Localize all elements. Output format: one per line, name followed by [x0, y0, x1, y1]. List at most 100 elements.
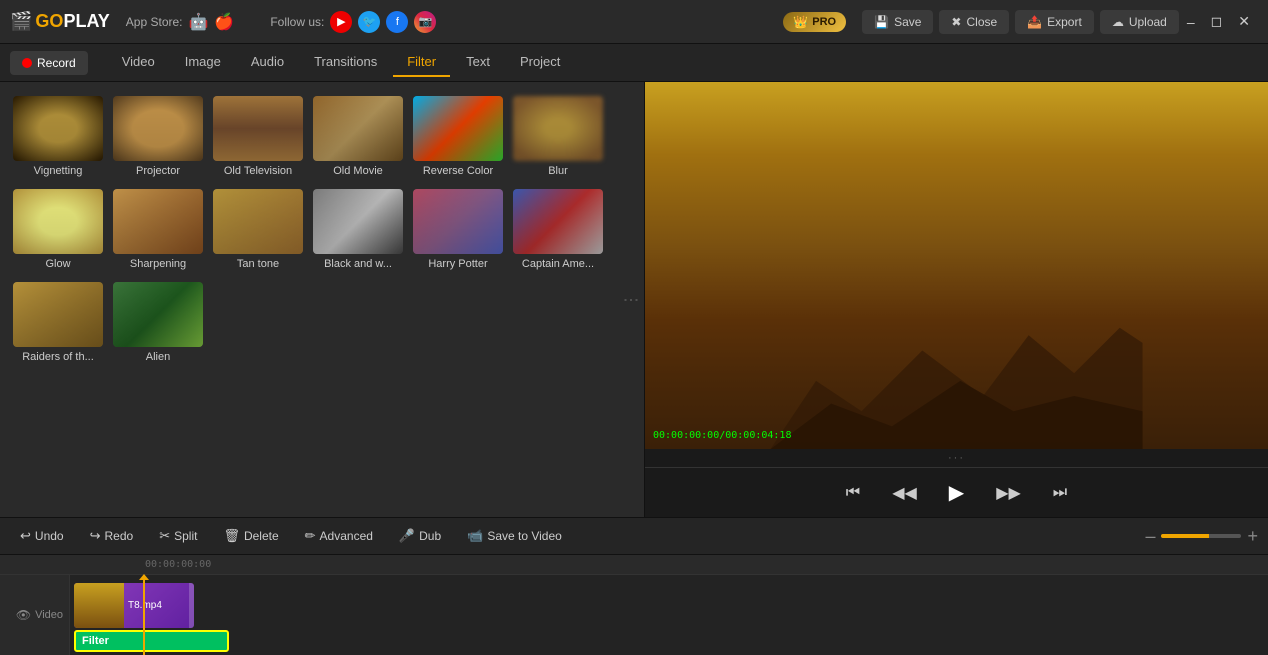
nav-tabs: Video Image Audio Transitions Filter Tex…: [108, 48, 575, 77]
export-button[interactable]: 📤 Export: [1015, 10, 1094, 34]
twitter-icon[interactable]: 🐦: [358, 11, 380, 33]
undo-button[interactable]: ↩ Undo: [10, 524, 74, 548]
filter-clip[interactable]: Filter: [74, 630, 229, 652]
tab-transitions[interactable]: Transitions: [300, 48, 391, 77]
zoom-out-button[interactable]: –: [1145, 526, 1155, 547]
filter-thumb-raiders: [13, 282, 103, 347]
instagram-icon[interactable]: 📷: [414, 11, 436, 33]
social-icons: ▶ 🐦 f 📷: [330, 11, 436, 33]
skip-start-button[interactable]: ⏮: [838, 480, 868, 506]
timeline-body: 👁 Video T8.mp4 Filter: [0, 575, 1268, 655]
advanced-button[interactable]: ✏ Advanced: [295, 524, 383, 548]
video-clip[interactable]: T8.mp4: [74, 583, 194, 628]
filter-label-old-television: Old Television: [224, 165, 292, 177]
filter-thumb-blur: [513, 96, 603, 161]
record-label: Record: [37, 56, 76, 70]
record-dot-icon: [22, 58, 32, 68]
dub-button[interactable]: 🎤 Dub: [389, 524, 451, 548]
facebook-icon[interactable]: f: [386, 11, 408, 33]
filter-item-old-movie[interactable]: Old Movie: [308, 90, 408, 183]
advanced-icon: ✏: [305, 528, 316, 544]
filter-item-old-television[interactable]: Old Television: [208, 90, 308, 183]
filter-item-raiders[interactable]: Raiders of th...: [8, 276, 108, 369]
playhead[interactable]: [143, 575, 145, 655]
tab-text[interactable]: Text: [452, 48, 504, 77]
window-close-button[interactable]: ✕: [1230, 11, 1258, 32]
pro-badge: 👑 PRO: [783, 12, 846, 32]
filter-item-projector[interactable]: Projector: [108, 90, 208, 183]
preview-image: [645, 82, 1268, 449]
video-preview: 00:00:00:00/00:00:04:18: [645, 82, 1268, 449]
video-track-toggle[interactable]: 👁: [16, 608, 31, 622]
tab-audio[interactable]: Audio: [237, 48, 298, 77]
save-to-video-button[interactable]: 📹 Save to Video: [457, 524, 572, 548]
android-icon[interactable]: 🤖: [189, 12, 209, 32]
filter-clip-label: Filter: [82, 635, 109, 647]
delete-button[interactable]: 🗑 Delete: [213, 524, 288, 548]
main-area: ⋮ VignettingProjectorOld TelevisionOld M…: [0, 82, 1268, 517]
split-button[interactable]: ✂ Split: [149, 524, 207, 548]
filter-item-tan-tone[interactable]: Tan tone: [208, 183, 308, 276]
skip-end-button[interactable]: ⏭: [1045, 480, 1075, 506]
prev-frame-button[interactable]: ◀◀: [884, 479, 925, 507]
filter-label-blur: Blur: [548, 165, 568, 177]
pro-label: PRO: [812, 16, 836, 28]
tab-filter[interactable]: Filter: [393, 48, 450, 77]
filter-item-reverse-color[interactable]: Reverse Color: [408, 90, 508, 183]
filter-label-glow: Glow: [45, 258, 70, 270]
filter-thumb-captain-america: [513, 189, 603, 254]
preview-panel: 00:00:00:00/00:00:04:18 ··· ⏮ ◀◀ ▶ ▶▶ ⏭: [645, 82, 1268, 517]
filter-thumb-reverse-color: [413, 96, 503, 161]
save-video-icon: 📹: [467, 528, 483, 544]
save-icon: 💾: [874, 15, 889, 29]
filter-panel: ⋮ VignettingProjectorOld TelevisionOld M…: [0, 82, 645, 517]
track-name: Video: [35, 609, 63, 621]
play-button[interactable]: ▶: [941, 476, 972, 509]
tab-project[interactable]: Project: [506, 48, 574, 77]
filter-thumb-vignetting: [13, 96, 103, 161]
filter-item-captain-america[interactable]: Captain Ame...: [508, 183, 608, 276]
filter-item-vignetting[interactable]: Vignetting: [8, 90, 108, 183]
clip-resize-handle[interactable]: [189, 583, 194, 628]
timeline: 00:00:00:00 👁 Video T8.mp4 Filter: [0, 555, 1268, 655]
save-button[interactable]: 💾 Save: [862, 10, 933, 34]
secondary-toolbar: Record Video Image Audio Transitions Fil…: [0, 44, 1268, 82]
timestamp: 00:00:00:00/00:00:04:18: [653, 430, 791, 441]
filter-label-black-and-white: Black and w...: [324, 258, 392, 270]
tab-image[interactable]: Image: [171, 48, 235, 77]
delete-icon: 🗑: [223, 528, 240, 544]
close-button[interactable]: ✖ Close: [939, 10, 1009, 34]
logo-go: GO: [35, 11, 63, 32]
filter-item-black-and-white[interactable]: Black and w...: [308, 183, 408, 276]
filter-item-blur[interactable]: Blur: [508, 90, 608, 183]
undo-icon: ↩: [20, 528, 31, 544]
filter-item-sharpening[interactable]: Sharpening: [108, 183, 208, 276]
zoom-control: – +: [1145, 526, 1258, 547]
appstore-icons: 🤖 🍎: [189, 12, 235, 32]
zoom-in-button[interactable]: +: [1247, 526, 1258, 547]
more-options: ···: [645, 449, 1268, 467]
minimize-button[interactable]: –: [1179, 12, 1203, 32]
filter-item-glow[interactable]: Glow: [8, 183, 108, 276]
clip-thumbnail: [74, 583, 124, 628]
filter-thumb-old-movie: [313, 96, 403, 161]
record-button[interactable]: Record: [10, 51, 88, 75]
upload-button[interactable]: ☁ Upload: [1100, 10, 1179, 34]
filter-label-projector: Projector: [136, 165, 180, 177]
close-icon: ✖: [951, 15, 961, 29]
youtube-icon[interactable]: ▶: [330, 11, 352, 33]
ruler-mark-0: 00:00:00:00: [145, 559, 211, 570]
video-controls: ⏮ ◀◀ ▶ ▶▶ ⏭: [645, 467, 1268, 517]
filter-thumb-sharpening: [113, 189, 203, 254]
restore-button[interactable]: ◻: [1203, 11, 1231, 32]
zoom-slider[interactable]: [1161, 534, 1241, 538]
filter-thumb-black-and-white: [313, 189, 403, 254]
next-frame-button[interactable]: ▶▶: [988, 479, 1029, 507]
filter-item-alien[interactable]: Alien: [108, 276, 208, 369]
export-icon: 📤: [1027, 15, 1042, 29]
apple-icon[interactable]: 🍎: [214, 12, 234, 32]
tab-video[interactable]: Video: [108, 48, 169, 77]
topbar: 🎬 GOPLAY App Store: 🤖 🍎 Follow us: ▶ 🐦 f…: [0, 0, 1268, 44]
redo-button[interactable]: ↪ Redo: [80, 524, 144, 548]
filter-item-harry-potter[interactable]: Harry Potter: [408, 183, 508, 276]
